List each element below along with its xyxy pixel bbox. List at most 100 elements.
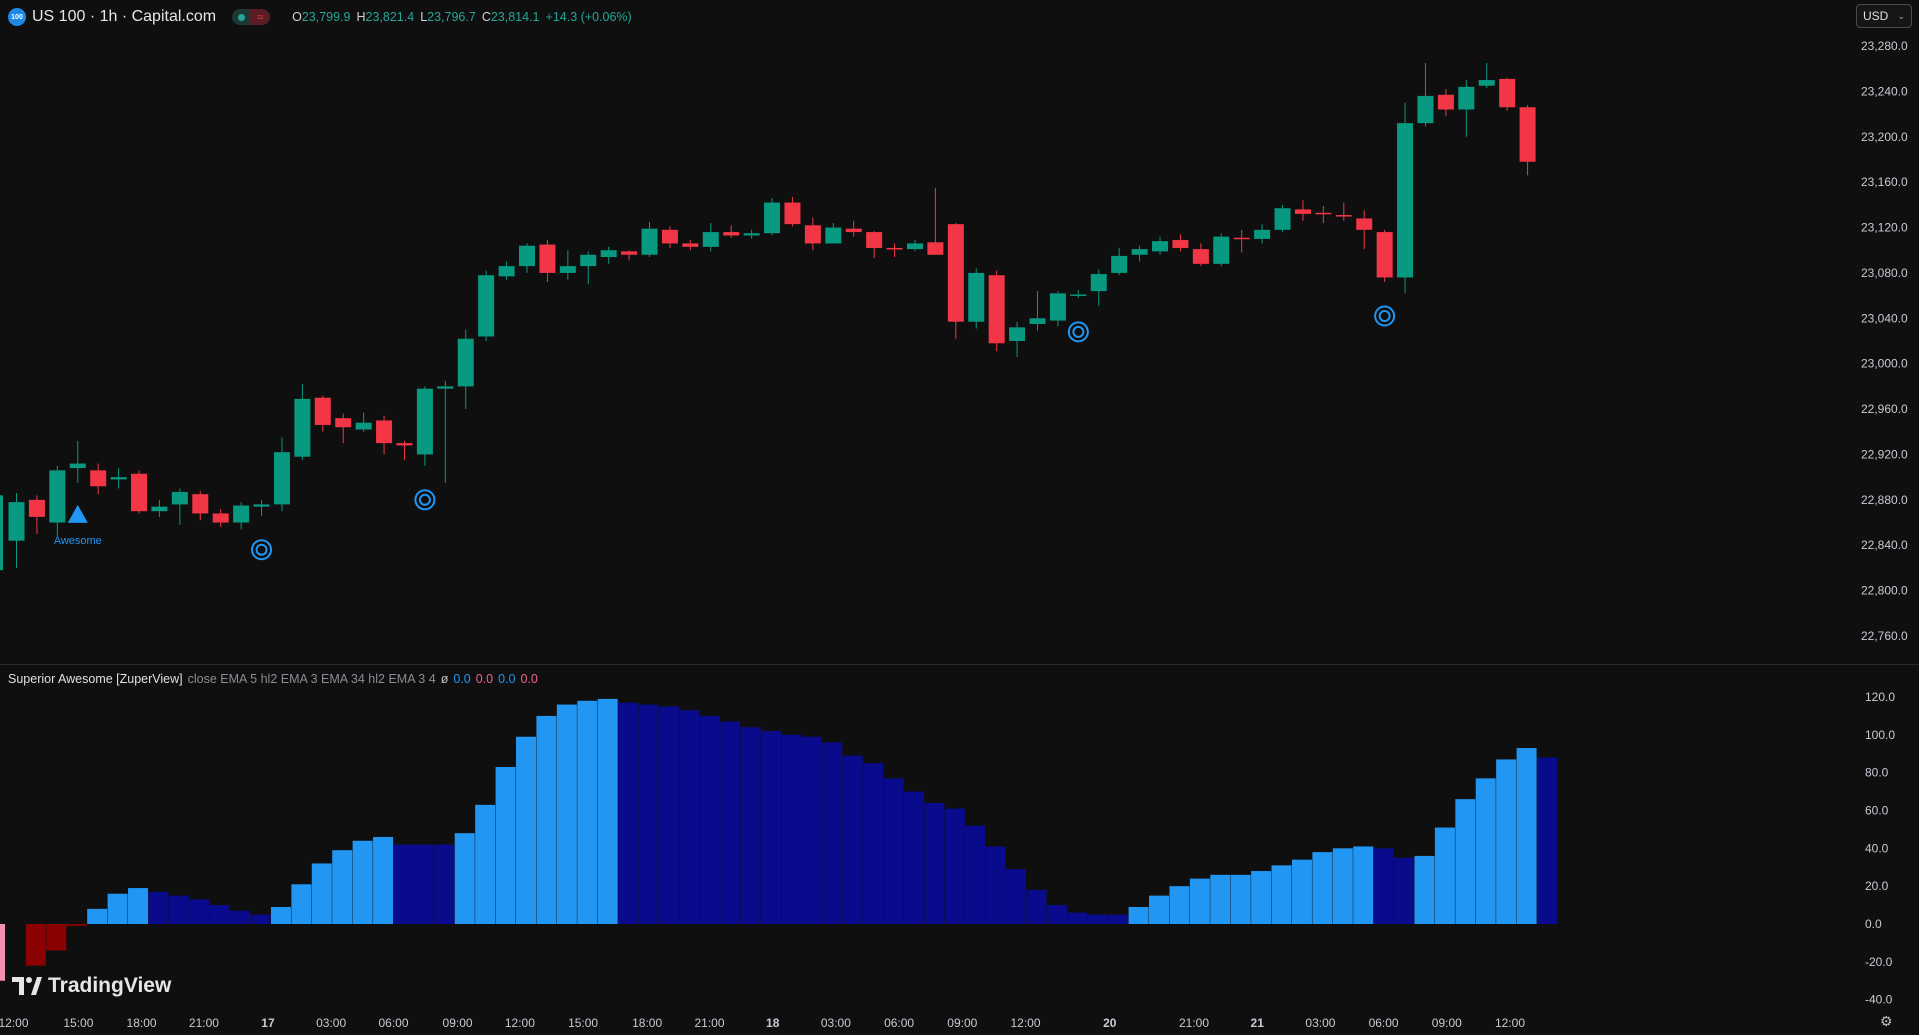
tradingview-logo[interactable]: TradingView bbox=[12, 974, 171, 998]
symbol-logo[interactable]: 100 bbox=[8, 8, 26, 26]
ao-bar bbox=[638, 704, 659, 924]
time-tick-label: 09:00 bbox=[1432, 1016, 1462, 1030]
market-status[interactable]: ≈ bbox=[232, 9, 271, 25]
target-signal-inner bbox=[1072, 325, 1085, 338]
candle-body bbox=[1111, 255, 1128, 273]
ao-bar bbox=[1516, 748, 1537, 924]
candle bbox=[723, 225, 740, 238]
target-signal-icon bbox=[414, 489, 436, 511]
ao-bar bbox=[209, 905, 230, 924]
candle-body bbox=[1009, 327, 1026, 341]
ao-bar bbox=[495, 766, 516, 924]
candle-body bbox=[1131, 249, 1148, 255]
candle bbox=[702, 223, 719, 252]
awesome-signal-icon bbox=[67, 504, 88, 523]
price-tick-label: 23,040.0 bbox=[1861, 311, 1908, 325]
candle bbox=[28, 495, 45, 534]
candle bbox=[539, 240, 556, 282]
indicator-tick-label: 40.0 bbox=[1865, 841, 1889, 855]
gear-icon[interactable]: ⚙ bbox=[1880, 1014, 1894, 1028]
price-axis[interactable]: 23,280.0 23,240.0 23,200.0 23,160.0 23,120.0… bbox=[1861, 39, 1908, 643]
time-tick-label: 06:00 bbox=[378, 1016, 408, 1030]
symbol-title[interactable]: US 100 · 1h · Capital.com bbox=[32, 8, 216, 26]
ao-bar bbox=[740, 727, 761, 924]
ao-bar bbox=[822, 742, 843, 924]
candle-body bbox=[1417, 95, 1434, 124]
indicator-name[interactable]: Superior Awesome [ZuperView] bbox=[8, 672, 183, 686]
ao-bar bbox=[1475, 778, 1496, 924]
ao-bar bbox=[1373, 848, 1394, 924]
candle-body bbox=[1458, 86, 1475, 110]
candle bbox=[764, 198, 781, 236]
candle-body bbox=[886, 247, 903, 250]
candle-body bbox=[682, 243, 699, 247]
chart-canvas[interactable]: Awesome 23,280.0 23,240.0 23,200.0 23,160.0… bbox=[0, 0, 1919, 1035]
indicator-legend[interactable]: Superior Awesome [ZuperView] close EMA 5… bbox=[8, 672, 538, 686]
ao-bar bbox=[597, 698, 618, 924]
candle-body bbox=[437, 386, 454, 389]
candle bbox=[1233, 229, 1250, 253]
low-value: 23,796.7 bbox=[427, 10, 476, 24]
ao-bar bbox=[536, 715, 557, 924]
candle-body bbox=[233, 505, 250, 523]
candle-body bbox=[866, 232, 883, 248]
ao-bar bbox=[1496, 759, 1517, 924]
candle bbox=[641, 221, 658, 258]
candle bbox=[1356, 210, 1373, 250]
candle bbox=[1070, 289, 1087, 298]
candle-body bbox=[457, 338, 474, 387]
null-symbol: ø bbox=[440, 672, 449, 686]
ao-bar bbox=[842, 755, 863, 924]
candle bbox=[580, 251, 597, 285]
candle bbox=[212, 508, 229, 528]
indicator-value-4: 0.0 bbox=[520, 672, 538, 686]
ao-bar bbox=[1169, 886, 1190, 924]
candle bbox=[1213, 233, 1230, 267]
candle bbox=[355, 412, 372, 432]
candle bbox=[49, 465, 66, 537]
ao-bar bbox=[1149, 895, 1170, 924]
open-value: 23,799.9 bbox=[301, 10, 351, 24]
candle bbox=[1397, 102, 1414, 294]
candle-body bbox=[988, 275, 1005, 344]
ao-bar bbox=[454, 833, 475, 924]
ao-bar bbox=[352, 840, 373, 924]
ao-bar bbox=[863, 763, 884, 924]
candle bbox=[8, 493, 25, 568]
candle-body bbox=[621, 251, 638, 255]
candle-body bbox=[906, 243, 923, 250]
candle-body bbox=[764, 202, 781, 234]
candle bbox=[682, 240, 699, 251]
candle bbox=[866, 230, 883, 259]
candle bbox=[1111, 247, 1128, 276]
price-pane[interactable]: Awesome bbox=[0, 63, 1919, 665]
candle-body bbox=[825, 227, 842, 244]
time-tick-label: 09:00 bbox=[443, 1016, 473, 1030]
candle-body bbox=[702, 232, 719, 247]
candle bbox=[886, 243, 903, 258]
ao-bar bbox=[393, 844, 414, 924]
candle-body bbox=[1233, 237, 1250, 240]
candle-body bbox=[376, 420, 393, 444]
candle-body bbox=[600, 250, 617, 258]
ao-bar bbox=[250, 914, 271, 924]
candle-body bbox=[1213, 236, 1230, 264]
candle bbox=[171, 488, 188, 525]
currency-select[interactable]: USD ⌄ bbox=[1856, 4, 1912, 28]
time-tick-label: 15:00 bbox=[63, 1016, 93, 1030]
price-tick-label: 22,800.0 bbox=[1861, 584, 1908, 598]
candle bbox=[906, 240, 923, 252]
ao-bar bbox=[1312, 852, 1333, 924]
candle-body bbox=[1499, 78, 1516, 108]
candle bbox=[416, 386, 433, 466]
indicator-axis[interactable]: 120.0 100.0 80.0 60.0 40.0 20.0 0.0 -20.0 -40.0 bbox=[1865, 690, 1895, 1007]
time-tick-label: 20 bbox=[1103, 1016, 1117, 1030]
candle bbox=[457, 329, 474, 410]
candle-body bbox=[784, 202, 801, 225]
candle bbox=[559, 250, 576, 280]
time-axis[interactable]: 12:00 15:00 18:00 21:00 17 03:00 06:00 09:00 12:… bbox=[0, 1016, 1525, 1030]
price-tick-label: 23,120.0 bbox=[1861, 221, 1908, 235]
target-signal-inner bbox=[255, 543, 268, 556]
candle bbox=[90, 463, 107, 495]
indicator-pane[interactable] bbox=[0, 698, 1557, 981]
